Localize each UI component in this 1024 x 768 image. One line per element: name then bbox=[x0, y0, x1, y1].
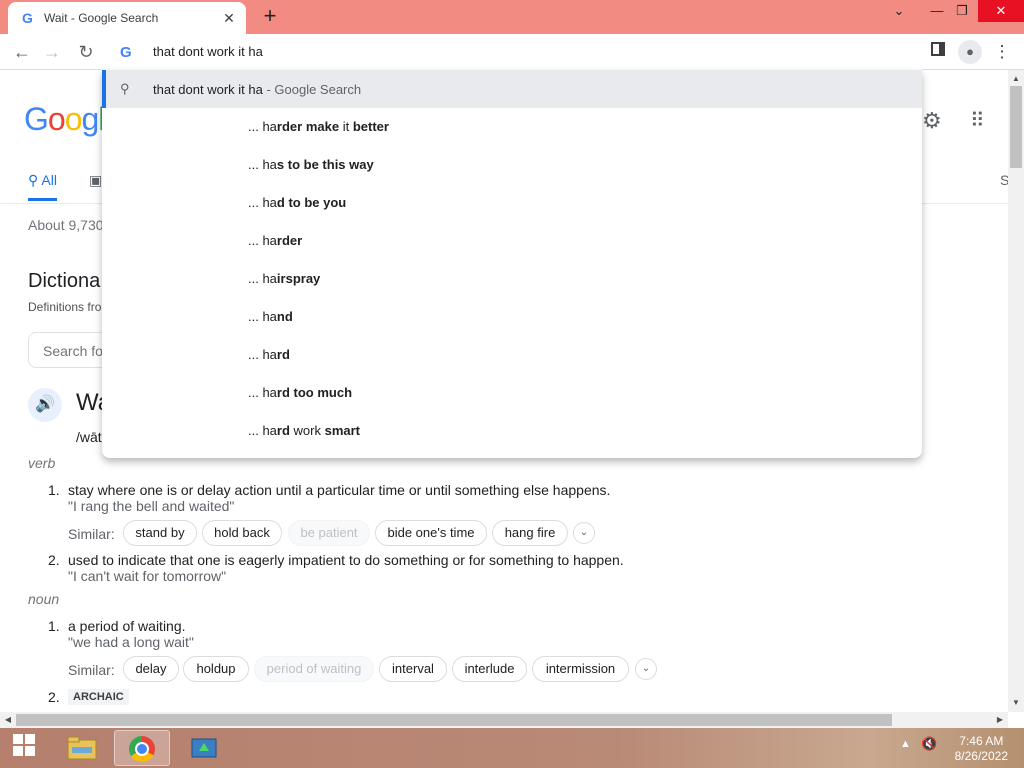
browser-tab[interactable]: G Wait - Google Search ✕ bbox=[8, 2, 246, 34]
profile-avatar[interactable]: ● bbox=[958, 40, 982, 64]
example-text: "we had a long wait" bbox=[68, 634, 194, 650]
suggestion-item[interactable]: ... harder bbox=[102, 222, 922, 260]
definition-text: used to indicate that one is eagerly imp… bbox=[68, 552, 624, 568]
chevron-down-icon[interactable]: ⌄ bbox=[573, 522, 595, 544]
address-bar[interactable]: G that dont work it ha bbox=[102, 34, 922, 70]
new-tab-button[interactable]: + bbox=[258, 5, 282, 29]
similar-chip[interactable]: stand by bbox=[123, 520, 197, 546]
menu-icon[interactable]: ⋮ bbox=[990, 40, 1014, 64]
suggestion-item[interactable]: ... hand bbox=[102, 298, 922, 336]
tab-images[interactable]: ▣ bbox=[89, 172, 102, 189]
suggestion-text: ... hand bbox=[248, 309, 293, 324]
suggestion-item[interactable]: ... hard work smart bbox=[102, 412, 922, 450]
similar-chip[interactable]: delay bbox=[123, 656, 179, 682]
suggestion-item[interactable]: ... had to be you bbox=[102, 184, 922, 222]
restore-button[interactable]: ❐ bbox=[945, 0, 979, 22]
suggestion-item[interactable]: ... has to be this way bbox=[102, 146, 922, 184]
similar-chip[interactable]: intermission bbox=[532, 656, 629, 682]
side-panel-icon[interactable] bbox=[926, 40, 950, 64]
forward-button[interactable]: → bbox=[40, 40, 64, 64]
chevron-down-icon[interactable]: ⌄ bbox=[635, 658, 657, 680]
definition-number: 1. bbox=[48, 618, 60, 634]
back-button[interactable]: ← bbox=[10, 40, 34, 64]
scroll-right-arrow-icon[interactable]: ▶ bbox=[992, 712, 1008, 728]
suggestion-query: that dont work it ha bbox=[153, 82, 263, 97]
suggestion-item[interactable]: ... hard too much bbox=[102, 374, 922, 412]
app-taskbar-icon[interactable] bbox=[176, 730, 232, 766]
suggestion-text: ... hard too much bbox=[248, 385, 353, 400]
suggestion-text: ... has to be this way bbox=[248, 157, 374, 172]
suggestion-text: ... hard bbox=[248, 347, 290, 362]
part-of-speech-noun: noun bbox=[28, 591, 60, 607]
address-bar-text[interactable]: that dont work it ha bbox=[153, 44, 263, 59]
similar-chip[interactable]: holdup bbox=[183, 656, 249, 682]
part-of-speech-verb: verb bbox=[28, 455, 56, 471]
image-icon: ▣ bbox=[89, 172, 103, 188]
similar-chip[interactable]: period of waiting bbox=[254, 656, 374, 682]
dictionary-title: Dictiona bbox=[28, 270, 101, 292]
similar-chip[interactable]: bide one's time bbox=[375, 520, 487, 546]
suggestion-text: ... had to be you bbox=[248, 195, 347, 210]
windows-start-icon[interactable] bbox=[8, 734, 40, 762]
similar-label: Similar: bbox=[68, 526, 115, 542]
similar-chip[interactable]: interlude bbox=[452, 656, 527, 682]
suggestion-text: ... harder make it better bbox=[248, 119, 389, 134]
tab-search-button[interactable]: ⌄ bbox=[882, 0, 916, 22]
definition-number: 1. bbox=[48, 482, 60, 498]
dictionary-subtitle: Definitions fro bbox=[28, 300, 102, 314]
system-clock[interactable]: 7:46 AM 8/26/2022 bbox=[955, 734, 1008, 764]
similar-chip[interactable]: hold back bbox=[202, 520, 282, 546]
definition-text: a period of waiting. bbox=[68, 618, 186, 634]
result-stats: About 9,730 bbox=[28, 217, 104, 233]
volume-muted-icon[interactable]: 🔇 bbox=[921, 736, 937, 752]
chrome-icon[interactable] bbox=[114, 730, 170, 766]
google-favicon-icon: G bbox=[22, 10, 33, 26]
suggestion-text: ... hairspray bbox=[248, 271, 321, 286]
omnibox-suggestions: ⚲ that dont work it ha - Google Search .… bbox=[102, 70, 922, 458]
tab-all-label: All bbox=[41, 172, 57, 188]
show-hidden-icons-icon[interactable]: ▲ bbox=[900, 738, 911, 750]
similar-chip[interactable]: be patient bbox=[288, 520, 370, 546]
google-apps-icon[interactable]: ⠿ bbox=[970, 108, 985, 133]
definition-number: 2. bbox=[48, 689, 60, 705]
definition-number: 2. bbox=[48, 552, 60, 568]
file-explorer-icon[interactable] bbox=[54, 730, 110, 766]
suggestion-item[interactable]: ... hard bbox=[102, 336, 922, 374]
tab-close-icon[interactable]: ✕ bbox=[220, 9, 238, 27]
example-text: "I rang the bell and waited" bbox=[68, 498, 235, 514]
suggestion-item[interactable]: ... harder make it better bbox=[102, 108, 922, 146]
clock-date: 8/26/2022 bbox=[954, 749, 1008, 763]
reload-button[interactable]: ↻ bbox=[74, 40, 98, 64]
title-bar: G Wait - Google Search ✕ + ⌄ — ❐ ✕ bbox=[0, 0, 1024, 34]
speaker-icon[interactable]: 🔊 bbox=[28, 388, 62, 422]
example-text: "I can't wait for tomorrow" bbox=[68, 568, 227, 584]
settings-gear-icon[interactable]: ⚙ bbox=[922, 108, 942, 134]
tab-title: Wait - Google Search bbox=[44, 11, 159, 25]
scroll-left-arrow-icon[interactable]: ◀ bbox=[0, 712, 16, 728]
scroll-up-arrow-icon[interactable]: ▲ bbox=[1008, 72, 1024, 86]
search-icon: ⚲ bbox=[28, 172, 39, 188]
search-icon: ⚲ bbox=[120, 81, 130, 96]
close-window-button[interactable]: ✕ bbox=[978, 0, 1024, 22]
archaic-label: ARCHAIC bbox=[68, 689, 129, 705]
google-icon: G bbox=[120, 44, 132, 61]
similar-chip[interactable]: interval bbox=[379, 656, 447, 682]
suggestion-text: ... hard work smart bbox=[248, 423, 361, 438]
scroll-down-arrow-icon[interactable]: ▼ bbox=[1008, 696, 1024, 710]
windows-taskbar: ▲ 🔇 7:46 AM 8/26/2022 bbox=[0, 728, 1024, 768]
phonetic: /wāt bbox=[76, 429, 102, 445]
definition-text: stay where one is or delay action until … bbox=[68, 482, 611, 498]
horizontal-scroll-thumb[interactable] bbox=[16, 714, 892, 726]
similar-label: Similar: bbox=[68, 662, 115, 678]
similar-chip[interactable]: hang fire bbox=[492, 520, 568, 546]
vertical-scroll-thumb[interactable] bbox=[1010, 86, 1022, 168]
clock-time: 7:46 AM bbox=[959, 734, 1004, 748]
suggestion-source: - Google Search bbox=[262, 82, 362, 97]
suggestion-item[interactable]: ... hairspray bbox=[102, 260, 922, 298]
suggestion-search-query[interactable]: ⚲ that dont work it ha - Google Search bbox=[102, 70, 922, 108]
suggestion-text: ... harder bbox=[248, 233, 303, 248]
tab-all[interactable]: ⚲ All bbox=[28, 172, 57, 201]
